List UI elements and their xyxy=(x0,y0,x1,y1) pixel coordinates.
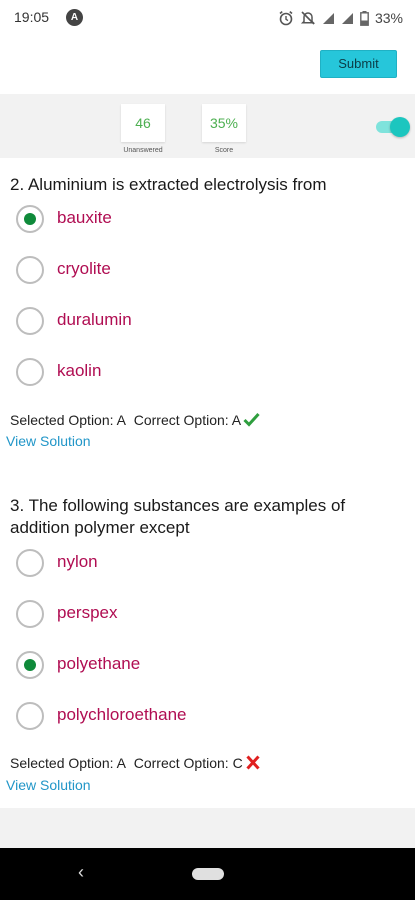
radio-button[interactable] xyxy=(16,549,44,577)
home-pill-icon[interactable] xyxy=(192,868,224,880)
toggle-thumb xyxy=(390,117,410,137)
bottom-padding xyxy=(0,808,415,848)
option-label: bauxite xyxy=(57,208,112,227)
option-d[interactable]: kaolin xyxy=(16,358,376,388)
view-solution-link[interactable]: View Solution xyxy=(6,777,91,793)
battery-level: 33% xyxy=(374,10,403,26)
app-notification-icon: A xyxy=(66,9,83,26)
option-c[interactable]: duralumin xyxy=(16,307,376,337)
radio-button[interactable] xyxy=(16,307,44,335)
option-a[interactable]: nylon xyxy=(16,549,376,579)
signal-icon-2 xyxy=(341,12,353,24)
back-icon[interactable]: ‹ xyxy=(78,862,84,883)
battery-icon xyxy=(360,10,369,26)
status-bar: 19:05 A 33% xyxy=(0,0,415,36)
stats-bar: 46 Unanswered 35% Score xyxy=(0,94,415,158)
notifications-off-icon xyxy=(300,11,316,25)
radio-button[interactable] xyxy=(16,205,44,233)
option-label: polyethane xyxy=(57,654,141,673)
unanswered-count: 46 xyxy=(121,104,165,142)
selected-option-text: Selected Option: A xyxy=(10,755,126,771)
option-label: cryolite xyxy=(57,259,111,278)
radio-button[interactable] xyxy=(16,702,44,730)
selected-option-text: Selected Option: A xyxy=(10,412,126,428)
option-b[interactable]: cryolite xyxy=(16,256,376,286)
mode-toggle[interactable] xyxy=(376,117,410,137)
score-label: Score xyxy=(214,147,234,154)
radio-button[interactable] xyxy=(16,358,44,386)
cross-icon xyxy=(246,755,260,770)
signal-icon xyxy=(322,12,334,24)
correct-option-text: Correct Option: A xyxy=(133,412,242,428)
score-value: 35% xyxy=(202,104,246,142)
result-line: Selected Option: A Correct Option: C xyxy=(10,755,261,771)
alarm-icon xyxy=(279,10,293,26)
status-icons: 33% xyxy=(278,8,403,28)
option-label: kaolin xyxy=(57,361,102,380)
submit-button[interactable]: Submit xyxy=(320,50,397,78)
status-time: 19:05 xyxy=(14,9,50,25)
question-text: 2. Aluminium is extracted electrolysis f… xyxy=(10,175,327,194)
question-text: 3. The following substances are examples… xyxy=(10,496,346,537)
option-label: perspex xyxy=(57,603,118,622)
app-header: Submit xyxy=(0,36,415,94)
option-label: polychloroethane xyxy=(57,705,187,724)
option-c[interactable]: polyethane xyxy=(16,651,376,681)
checkmark-icon xyxy=(243,412,260,427)
radio-button[interactable] xyxy=(16,651,44,679)
radio-button[interactable] xyxy=(16,600,44,628)
option-d[interactable]: polychloroethane xyxy=(16,702,376,732)
radio-button[interactable] xyxy=(16,256,44,284)
unanswered-label: Unanswered xyxy=(123,147,163,154)
view-solution-link[interactable]: View Solution xyxy=(6,433,91,449)
option-a[interactable]: bauxite xyxy=(16,205,376,235)
correct-option-text: Correct Option: C xyxy=(133,755,243,771)
option-label: duralumin xyxy=(57,310,132,329)
option-label: nylon xyxy=(57,552,98,571)
option-b[interactable]: perspex xyxy=(16,600,376,630)
result-line: Selected Option: A Correct Option: A xyxy=(10,412,260,428)
navigation-bar: ‹ xyxy=(0,848,415,900)
